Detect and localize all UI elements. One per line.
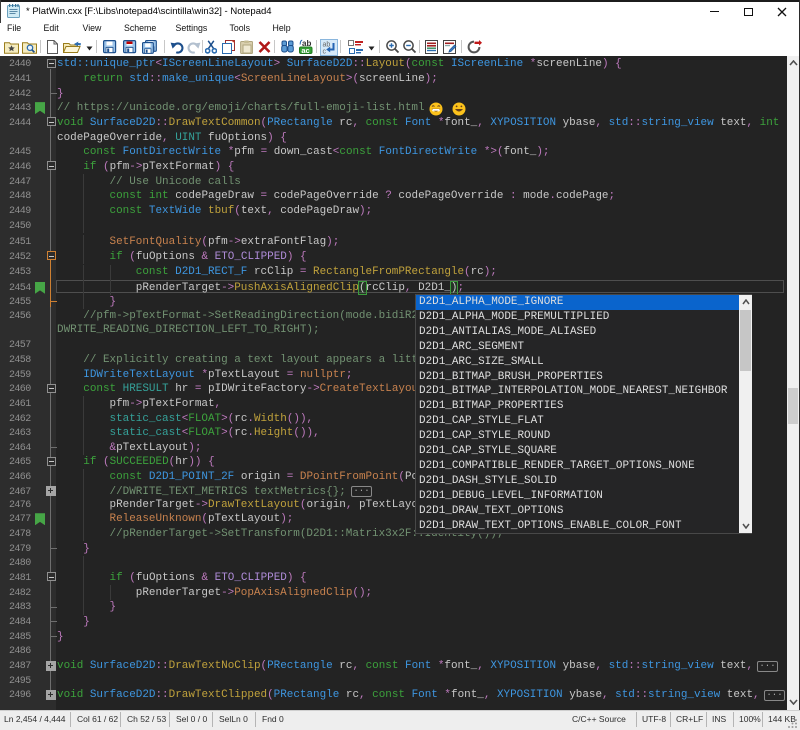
svg-text:ac: ac — [301, 46, 309, 54]
svg-text:c: c — [323, 49, 327, 55]
